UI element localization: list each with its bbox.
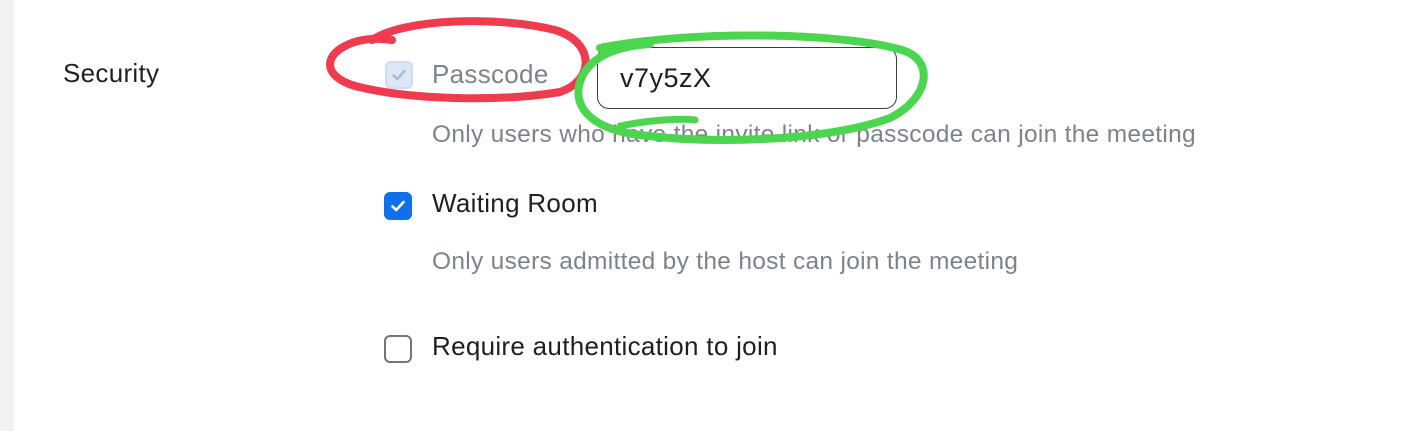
section-label-security: Security [63,58,160,88]
require-authentication-checkbox[interactable] [384,335,412,363]
waiting-room-label: Waiting Room [432,188,598,218]
checkmark-icon [391,200,405,212]
checkmark-icon [392,69,406,81]
waiting-room-checkbox[interactable] [384,192,412,220]
left-panel-edge [0,0,14,431]
passcode-description: Only users who have the invite link or p… [432,121,1196,148]
require-authentication-label: Require authentication to join [432,331,778,361]
passcode-checkbox[interactable] [385,61,413,89]
passcode-label: Passcode [432,59,549,89]
waiting-room-description: Only users admitted by the host can join… [432,248,1019,275]
passcode-input[interactable] [597,47,897,109]
